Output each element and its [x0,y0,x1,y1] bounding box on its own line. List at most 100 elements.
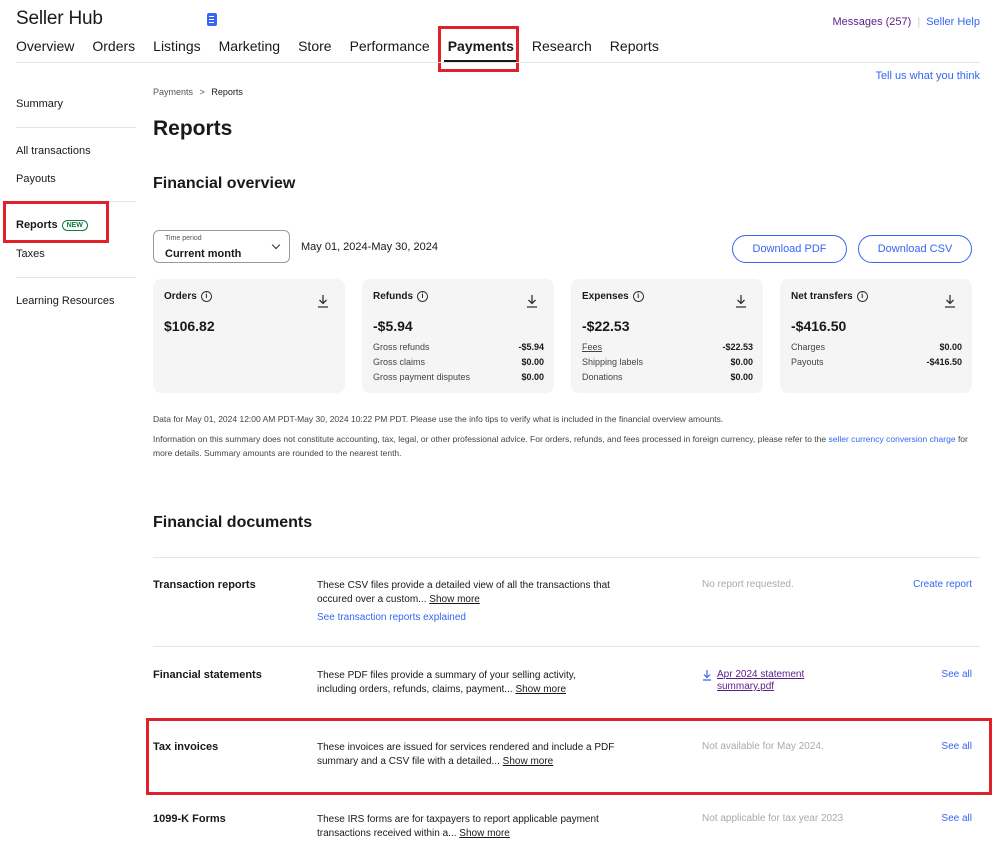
download-icon [703,670,711,681]
card-title-text: Net transfers [791,291,853,302]
doc-title-1099k-forms: 1099-K Forms [153,813,226,825]
download-icon[interactable] [944,294,956,308]
nav-store[interactable]: Store [298,38,331,64]
create-report-link[interactable]: Create report [913,579,972,590]
notebook-icon[interactable] [207,13,217,26]
disclaimer-note: Information on this summary does not con… [153,432,973,460]
info-icon[interactable]: i [200,291,212,302]
currency-conversion-link[interactable]: seller currency conversion charge [828,434,955,444]
doc-title-financial-statements: Financial statements [153,669,262,681]
info-icon[interactable]: i [856,291,868,302]
nav-orders[interactable]: Orders [92,38,135,64]
main-nav: Overview Orders Listings Marketing Store… [16,38,677,64]
disclaimer-text: Information on this summary does not con… [153,434,829,444]
show-more-link[interactable]: Show more [459,828,510,839]
doc-description: These IRS forms are for taxpayers to rep… [317,813,617,841]
transaction-reports-explained-link[interactable]: See transaction reports explained [317,612,466,623]
card-row: Shipping labels $0.00 [582,357,753,367]
row-label: Charges [791,342,826,352]
row-label: Payouts [791,357,824,367]
nav-marketing[interactable]: Marketing [219,38,280,64]
show-more-link[interactable]: Show more [515,684,566,695]
nav-divider [16,62,980,63]
data-range-note: Data for May 01, 2024 12:00 AM PDT-May 3… [153,414,724,424]
net-transfers-card: Net transfers i -$416.50 Charges $0.00 Pay… [780,279,972,393]
card-row: Charges $0.00 [791,342,962,352]
doc-status: No report requested. [702,579,794,590]
highlight-box-tax-invoices [146,718,992,795]
download-pdf-button[interactable]: Download PDF [732,235,847,263]
page-title: Reports [153,117,233,140]
row-label: Gross refunds [373,342,430,352]
seller-help-link[interactable]: Seller Help [926,16,980,28]
row-value: -$416.50 [926,357,962,367]
info-icon[interactable]: i [417,291,428,302]
info-icon[interactable]: i [632,291,644,302]
orders-card: Orders i $106.82 [153,279,345,393]
card-amount: -$5.94 [373,318,413,334]
sidebar-item-taxes[interactable]: Taxes [16,248,45,260]
financial-overview-heading: Financial overview [153,175,296,192]
row-value: -$5.94 [518,342,544,352]
top-links: Messages (257) | Seller Help [832,16,980,28]
row-value: $0.00 [730,357,753,367]
sidebar-divider [16,127,136,128]
refunds-card: Refunds i -$5.94 Gross refunds -$5.94 Gros… [362,279,554,393]
divider [153,557,980,558]
card-title: Orders i [164,291,212,302]
sidebar-item-learning-resources[interactable]: Learning Resources [16,295,114,307]
show-more-link[interactable]: Show more [429,594,480,605]
divider [153,646,980,647]
card-row: Gross payment disputes $0.00 [373,372,544,382]
breadcrumb-current: Reports [211,87,243,97]
nav-reports[interactable]: Reports [610,38,659,64]
doc-status: Not applicable for tax year 2023 [702,813,844,824]
row-value: $0.00 [521,357,544,367]
nav-research[interactable]: Research [532,38,592,64]
breadcrumb-separator: > [199,87,205,97]
nav-performance[interactable]: Performance [350,38,430,64]
statement-file-name: Apr 2024 statement summary.pdf [717,669,805,692]
nav-overview[interactable]: Overview [16,38,74,64]
download-icon[interactable] [735,294,747,308]
chevron-down-icon [271,240,281,250]
sidebar-item-summary[interactable]: Summary [16,98,63,110]
expenses-card: Expenses i -$22.53 Fees -$22.53 Shipping l… [571,279,763,393]
feedback-link[interactable]: Tell us what you think [875,70,980,82]
row-value: $0.00 [521,372,544,382]
doc-description: These CSV files provide a detailed view … [317,579,617,607]
nav-listings[interactable]: Listings [153,38,200,64]
download-icon[interactable] [526,294,538,308]
see-all-1099k-link[interactable]: See all [941,813,972,824]
row-label: Donations [582,372,623,382]
see-all-statements-link[interactable]: See all [941,669,972,680]
sidebar-item-all-transactions[interactable]: All transactions [16,145,91,157]
highlight-box-reports [3,201,109,243]
breadcrumb-payments[interactable]: Payments [153,87,193,97]
card-title-text: Expenses [582,291,629,302]
card-title: Expenses i [582,291,644,302]
card-row: Gross claims $0.00 [373,357,544,367]
sidebar-divider [16,277,136,278]
highlight-box-payments [438,26,519,72]
card-title-text: Orders [164,291,197,302]
messages-link[interactable]: Messages (257) [832,16,911,28]
time-period-select[interactable]: Time period Current month [153,230,290,263]
card-row: Donations $0.00 [582,372,753,382]
card-amount: $106.82 [164,318,215,334]
card-amount: -$416.50 [791,318,847,334]
card-amount: -$22.53 [582,318,630,334]
card-row: Payouts -$416.50 [791,357,962,367]
app-title: Seller Hub [16,8,103,29]
financial-documents-heading: Financial documents [153,514,313,531]
fees-link[interactable]: Fees [582,342,602,352]
card-title-text: Refunds [373,291,413,302]
download-icon[interactable] [317,294,329,308]
card-row: Gross refunds -$5.94 [373,342,544,352]
sidebar-item-payouts[interactable]: Payouts [16,173,56,185]
row-value: -$22.53 [722,342,753,352]
card-title: Refunds i [373,291,428,302]
date-range: May 01, 2024-May 30, 2024 [301,241,438,253]
download-csv-button[interactable]: Download CSV [858,235,972,263]
statement-file-link[interactable]: Apr 2024 statement summary.pdf [702,669,827,693]
